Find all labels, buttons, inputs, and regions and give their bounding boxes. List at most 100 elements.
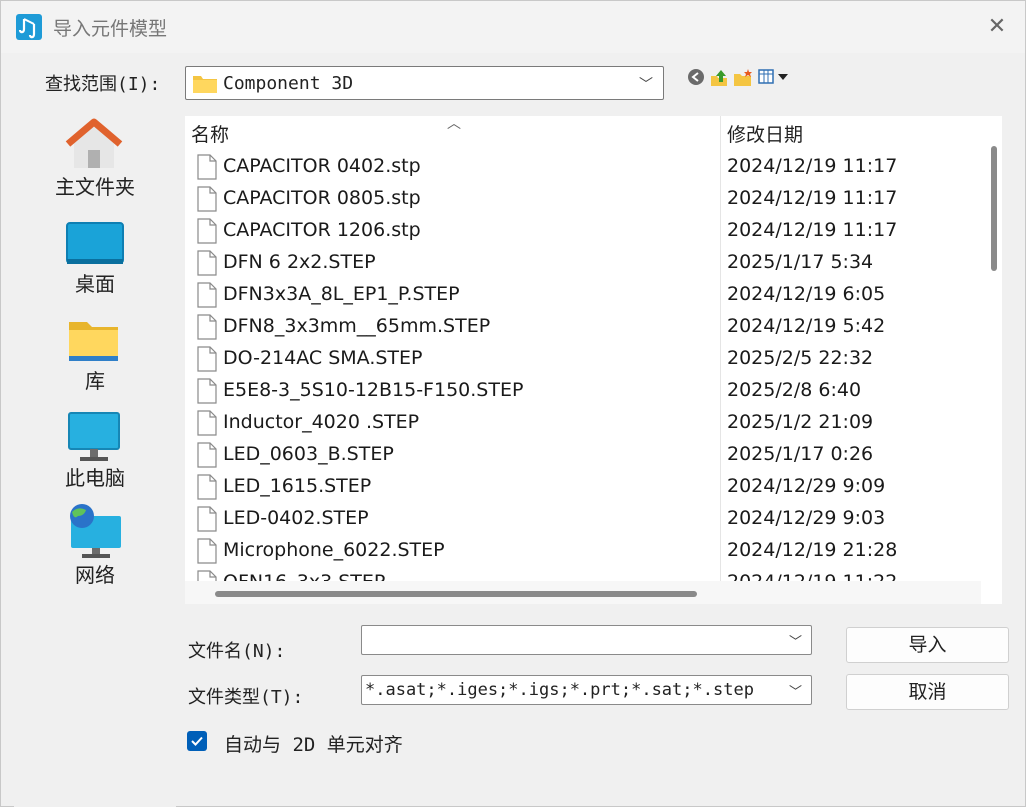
look-in-label: 查找范围(I): xyxy=(45,74,161,95)
filename-field[interactable]: ﹀ xyxy=(361,625,812,655)
place-this-pc[interactable]: 此电脑 xyxy=(14,399,176,493)
file-icon xyxy=(197,378,217,408)
import-button[interactable]: 导入 xyxy=(846,627,1009,663)
place-desktop[interactable]: 桌面 xyxy=(14,205,176,299)
file-date: 2025/1/17 0:26 xyxy=(727,443,874,465)
computer-icon xyxy=(68,412,120,461)
sort-ascending-icon: ︿ xyxy=(447,116,461,132)
library-folder-icon xyxy=(69,322,118,361)
horizontal-scroll-track[interactable] xyxy=(185,581,981,604)
file-name: LED_1615.STEP xyxy=(223,475,372,497)
file-date: 2025/1/17 5:34 xyxy=(727,251,874,273)
file-name: QFN16_3x3.STEP xyxy=(223,571,385,581)
filetype-dropdown[interactable]: *.asat;*.iges;*.igs;*.prt;*.sat;*.step ﹀ xyxy=(361,675,812,705)
cancel-button[interactable]: 取消 xyxy=(846,674,1009,710)
align-2d-checkbox[interactable] xyxy=(187,731,207,751)
file-date: 2024/12/19 11:17 xyxy=(727,219,898,241)
file-rows: CAPACITOR 0402.stp 2024/12/19 11:17 CAPACI… xyxy=(185,152,981,581)
file-row[interactable]: Microphone_6022.STEP 2024/12/19 21:28 xyxy=(185,536,981,568)
folder-icon xyxy=(192,73,218,99)
file-row[interactable]: LED-0402.STEP 2024/12/29 9:03 xyxy=(185,504,981,536)
file-row[interactable]: DFN8_3x3mm__65mm.STEP 2024/12/19 5:42 xyxy=(185,312,981,344)
up-folder-icon[interactable] xyxy=(709,68,729,88)
file-icon xyxy=(197,474,217,504)
file-icon xyxy=(197,570,217,581)
column-header-date[interactable]: 修改日期 xyxy=(727,120,803,147)
filetype-label: 文件类型(T): xyxy=(188,687,304,708)
horizontal-scrollbar[interactable] xyxy=(215,591,697,597)
chevron-down-icon[interactable]: ﹀ xyxy=(789,631,802,650)
place-label: 此电脑 xyxy=(65,466,125,490)
file-icon xyxy=(197,506,217,536)
file-icon xyxy=(197,250,217,280)
file-row[interactable]: QFN16_3x3.STEP 2024/12/19 11:22 xyxy=(185,568,981,581)
file-date: 2024/12/19 11:17 xyxy=(727,187,898,209)
file-row[interactable]: CAPACITOR 0805.stp 2024/12/19 11:17 xyxy=(185,184,981,216)
file-row[interactable]: DO-214AC SMA.STEP 2025/2/5 22:32 xyxy=(185,344,981,376)
place-home[interactable]: 主文件夹 xyxy=(14,108,176,202)
look-in-dropdown[interactable]: Component 3D ﹀ xyxy=(185,66,664,100)
app-icon xyxy=(16,14,42,40)
network-icon xyxy=(70,504,121,558)
title-bar[interactable]: 导入元件模型 ✕ xyxy=(1,1,1025,53)
chevron-down-icon: ﹀ xyxy=(639,77,653,93)
file-row[interactable]: CAPACITOR 0402.stp 2024/12/19 11:17 xyxy=(185,152,981,184)
filetype-value: *.asat;*.iges;*.igs;*.prt;*.sat;*.step xyxy=(365,680,754,700)
file-name: CAPACITOR 0805.stp xyxy=(223,187,421,209)
file-icon xyxy=(197,442,217,472)
filename-label: 文件名(N): xyxy=(188,641,286,662)
file-date: 2024/12/29 9:09 xyxy=(727,475,886,497)
file-name: CAPACITOR 0402.stp xyxy=(223,155,421,177)
file-date: 2025/2/5 22:32 xyxy=(727,347,874,369)
file-name: LED-0402.STEP xyxy=(223,507,369,529)
file-name: E5E8-3_5S10-12B15-F150.STEP xyxy=(223,379,524,401)
file-name: Microphone_6022.STEP xyxy=(223,539,445,561)
look-in-value: Component 3D xyxy=(223,73,354,94)
file-date: 2025/2/8 6:40 xyxy=(727,379,862,401)
align-2d-label[interactable]: 自动与 2D 单元对齐 xyxy=(224,730,403,757)
file-row[interactable]: CAPACITOR 1206.stp 2024/12/19 11:17 xyxy=(185,216,981,248)
desktop-icon xyxy=(66,222,124,264)
checkmark-icon xyxy=(191,736,203,746)
place-network[interactable]: 网络 xyxy=(14,496,176,590)
view-menu-icon[interactable] xyxy=(758,68,792,88)
file-name: DFN8_3x3mm__65mm.STEP xyxy=(223,315,491,337)
file-name: DFN3x3A_8L_EP1_P.STEP xyxy=(223,283,460,305)
home-icon xyxy=(65,118,123,168)
file-row[interactable]: LED_0603_B.STEP 2025/1/17 0:26 xyxy=(185,440,981,472)
place-label: 网络 xyxy=(75,563,115,587)
chevron-down-icon: ﹀ xyxy=(788,685,802,700)
place-label: 主文件夹 xyxy=(55,175,135,199)
place-label: 库 xyxy=(85,369,105,393)
file-list[interactable]: ︿ 名称 修改日期 CAPACITOR 0402.stp 2024/12/19 1… xyxy=(185,116,1002,604)
import-model-dialog: 导入元件模型 ✕ 查找范围(I): Component 3D ﹀ 主文件夹 桌面… xyxy=(0,0,1026,807)
file-date: 2024/12/19 21:28 xyxy=(727,539,898,561)
file-icon xyxy=(197,346,217,376)
file-name: Inductor_4020 .STEP xyxy=(223,411,420,433)
new-folder-icon[interactable] xyxy=(733,68,753,88)
file-name: DFN 6 2x2.STEP xyxy=(223,251,376,273)
file-icon xyxy=(197,186,217,216)
file-icon xyxy=(197,314,217,344)
file-row[interactable]: LED_1615.STEP 2024/12/29 9:09 xyxy=(185,472,981,504)
file-date: 2024/12/29 9:03 xyxy=(727,507,886,529)
file-icon xyxy=(197,218,217,248)
file-date: 2024/12/19 11:17 xyxy=(727,155,898,177)
file-icon xyxy=(197,154,217,184)
back-icon[interactable] xyxy=(687,68,707,88)
file-name: CAPACITOR 1206.stp xyxy=(223,219,421,241)
file-row[interactable]: DFN3x3A_8L_EP1_P.STEP 2024/12/19 6:05 xyxy=(185,280,981,312)
file-row[interactable]: E5E8-3_5S10-12B15-F150.STEP 2025/2/8 6:40 xyxy=(185,376,981,408)
file-date: 2024/12/19 11:22 xyxy=(727,571,897,581)
file-row[interactable]: Inductor_4020 .STEP 2025/1/2 21:09 xyxy=(185,408,981,440)
file-icon xyxy=(197,282,217,312)
file-date: 2024/12/19 5:42 xyxy=(727,315,886,337)
close-button[interactable]: ✕ xyxy=(983,13,1011,41)
file-name: LED_0603_B.STEP xyxy=(223,443,394,465)
places-sidebar: 主文件夹 桌面 库 此电脑 网络 xyxy=(14,108,176,807)
place-library[interactable]: 库 xyxy=(14,302,176,396)
file-row[interactable]: DFN 6 2x2.STEP 2025/1/17 5:34 xyxy=(185,248,981,280)
vertical-scrollbar[interactable] xyxy=(991,146,997,271)
file-icon xyxy=(197,410,217,440)
column-header-name[interactable]: 名称 xyxy=(191,120,229,147)
